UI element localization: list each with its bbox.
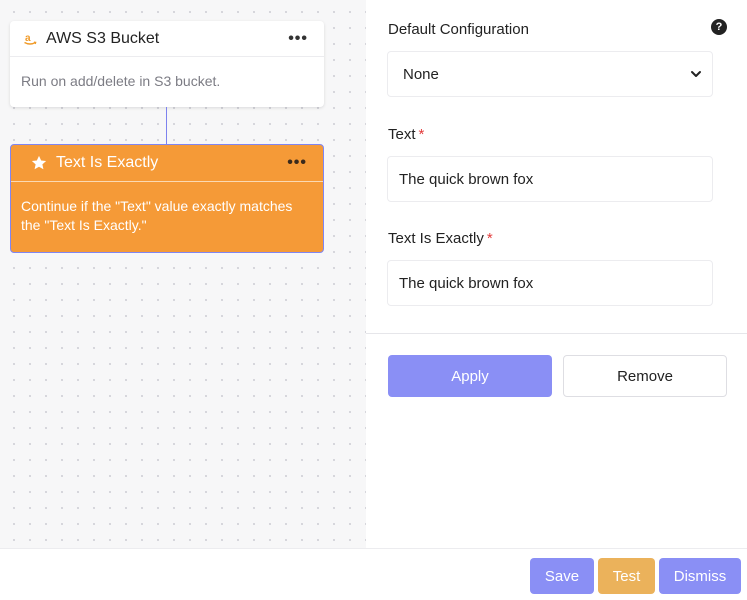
text-is-exactly-label: Text Is Exactly * bbox=[388, 230, 493, 247]
remove-button[interactable]: Remove bbox=[563, 355, 727, 397]
filter-node-description: Continue if the "Text" value exactly mat… bbox=[21, 198, 293, 233]
config-panel: Default Configuration ? None Text* Text … bbox=[366, 0, 747, 548]
star-icon bbox=[30, 154, 48, 172]
text-input[interactable] bbox=[387, 156, 713, 202]
workflow-canvas[interactable]: a AWS S3 Bucket ••• Run on add/delete in… bbox=[0, 0, 366, 548]
test-button[interactable]: Test bbox=[598, 558, 655, 594]
required-mark: * bbox=[486, 230, 493, 247]
trigger-node-description: Run on add/delete in S3 bucket. bbox=[21, 73, 221, 89]
default-config-select[interactable]: None bbox=[387, 51, 713, 97]
more-options-icon[interactable]: ••• bbox=[283, 154, 311, 172]
workflow-editor: a AWS S3 Bucket ••• Run on add/delete in… bbox=[0, 0, 747, 600]
svg-text:a: a bbox=[25, 33, 31, 44]
text-is-exactly-label-text: Text Is Exactly bbox=[388, 230, 484, 247]
text-field-label-text: Text bbox=[388, 126, 416, 143]
text-is-exactly-input[interactable] bbox=[387, 260, 713, 306]
apply-button[interactable]: Apply bbox=[388, 355, 552, 397]
required-mark: * bbox=[418, 126, 425, 143]
help-icon[interactable]: ? bbox=[711, 19, 727, 35]
trigger-node-aws-s3[interactable]: a AWS S3 Bucket ••• Run on add/delete in… bbox=[10, 21, 324, 107]
amazon-icon: a bbox=[22, 31, 38, 47]
save-button[interactable]: Save bbox=[530, 558, 594, 594]
text-field-label: Text * bbox=[388, 126, 424, 143]
trigger-node-title: AWS S3 Bucket bbox=[46, 29, 160, 47]
filter-node-header: Text Is Exactly ••• bbox=[11, 145, 323, 182]
chevron-down-icon bbox=[690, 68, 702, 80]
trigger-node-header: a AWS S3 Bucket ••• bbox=[10, 21, 324, 57]
footer-bar: Save Test Dismiss bbox=[0, 548, 747, 600]
default-config-label: Default Configuration bbox=[388, 21, 529, 38]
filter-node-text-is-exactly[interactable]: Text Is Exactly ••• Continue if the "Tex… bbox=[10, 144, 324, 253]
more-options-icon[interactable]: ••• bbox=[284, 30, 312, 48]
panel-divider bbox=[366, 333, 747, 334]
default-config-selected: None bbox=[403, 65, 439, 83]
node-connector bbox=[166, 107, 167, 145]
filter-node-title: Text Is Exactly bbox=[56, 154, 159, 171]
dismiss-button[interactable]: Dismiss bbox=[659, 558, 741, 594]
